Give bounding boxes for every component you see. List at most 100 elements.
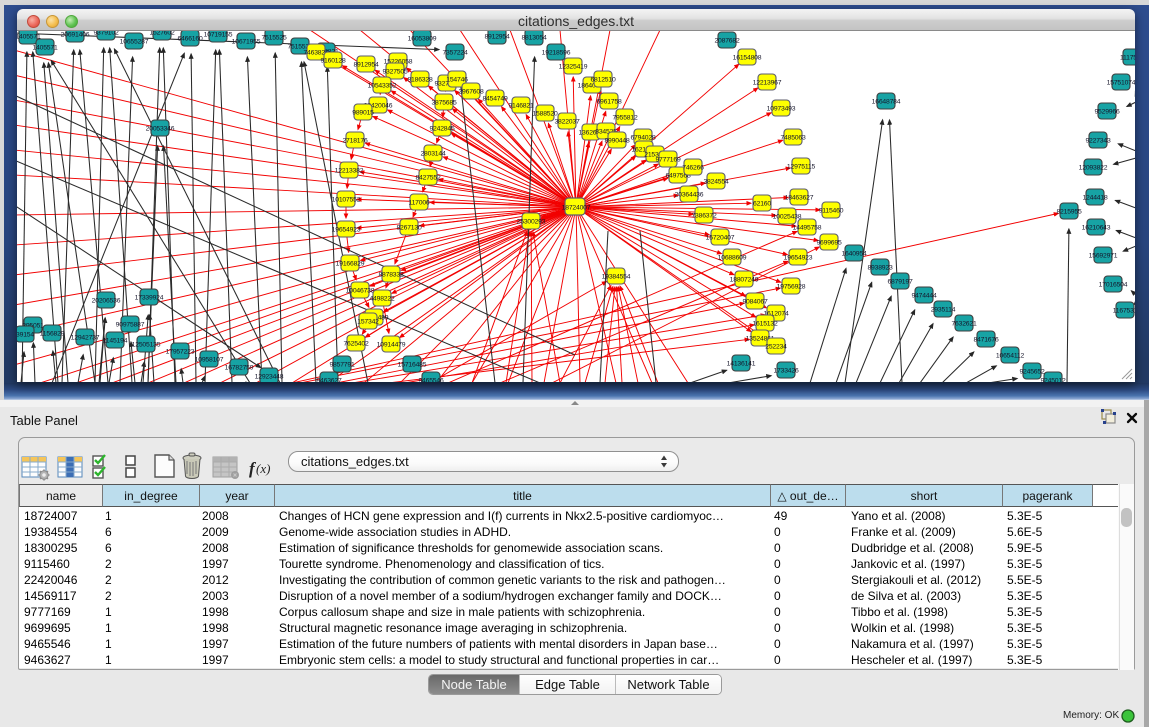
svg-text:10719155: 10719155 — [204, 32, 233, 39]
svg-text:10025438: 10025438 — [773, 214, 802, 221]
svg-text:2718176: 2718176 — [342, 138, 367, 145]
svg-text:9463627: 9463627 — [316, 378, 341, 383]
svg-text:3824554: 3824554 — [703, 179, 728, 186]
svg-text:1640954: 1640954 — [841, 251, 866, 258]
svg-text:9529966: 9529966 — [1094, 109, 1119, 116]
svg-text:2935114: 2935114 — [931, 307, 956, 314]
svg-text:25300293: 25300293 — [517, 219, 546, 226]
svg-text:2087682: 2087682 — [714, 38, 739, 45]
svg-text:9115460: 9115460 — [819, 208, 844, 215]
svg-text:989015: 989015 — [352, 110, 374, 117]
svg-text:15716485: 15716485 — [398, 362, 427, 369]
svg-text:9242845: 9242845 — [429, 126, 454, 133]
svg-text:90975887: 90975887 — [116, 322, 145, 329]
svg-text:1117535: 1117535 — [1120, 55, 1135, 62]
svg-text:6961758: 6961758 — [596, 99, 621, 106]
svg-text:16210643: 16210643 — [1082, 225, 1111, 232]
svg-text:19384554: 19384554 — [602, 274, 631, 281]
svg-text:19166829: 19166829 — [336, 261, 365, 268]
svg-text:14495758: 14495758 — [793, 225, 822, 232]
svg-text:20691406: 20691406 — [61, 32, 90, 39]
svg-text:9474444: 9474444 — [911, 293, 936, 300]
svg-text:1156829: 1156829 — [40, 331, 65, 338]
svg-text:7515525: 7515525 — [261, 35, 286, 42]
svg-text:9857791: 9857791 — [329, 362, 354, 369]
svg-text:20364436: 20364436 — [675, 192, 704, 199]
svg-text:7357224: 7357224 — [442, 50, 467, 57]
svg-text:1733426: 1733426 — [773, 368, 798, 375]
svg-text:7955812: 7955812 — [612, 115, 637, 122]
svg-text:9160128: 9160128 — [320, 58, 345, 65]
svg-text:10543352: 10543352 — [368, 83, 397, 90]
svg-text:12213967: 12213967 — [753, 80, 782, 87]
svg-text:15692971: 15692971 — [1089, 253, 1118, 260]
svg-text:62160: 62160 — [753, 201, 771, 208]
svg-text:10046738: 10046738 — [346, 288, 375, 295]
svg-text:8813054: 8813054 — [521, 35, 546, 42]
svg-text:19756928: 19756928 — [777, 284, 806, 291]
svg-text:4498222: 4498222 — [369, 296, 394, 303]
svg-text:12942737: 12942737 — [71, 335, 100, 342]
svg-text:19654923: 19654923 — [332, 227, 361, 234]
svg-text:3822037: 3822037 — [554, 119, 579, 126]
svg-text:9084067: 9084067 — [742, 299, 767, 306]
svg-text:12975115: 12975115 — [787, 164, 816, 171]
svg-text:15720407: 15720407 — [706, 235, 735, 242]
svg-text:1405571: 1405571 — [32, 45, 57, 52]
svg-text:1145194: 1145194 — [103, 338, 128, 345]
svg-text:9327505: 9327505 — [382, 69, 407, 76]
svg-text:8186328: 8186328 — [407, 77, 432, 84]
svg-text:8454749: 8454749 — [482, 96, 507, 103]
svg-text:252234: 252234 — [765, 344, 787, 351]
svg-text:746266: 746266 — [682, 165, 704, 172]
svg-text:14136141: 14136141 — [727, 361, 756, 368]
svg-text:8427552: 8427552 — [415, 175, 440, 182]
svg-text:10671955: 10671955 — [232, 39, 261, 46]
svg-text:12923448: 12923448 — [255, 374, 284, 381]
svg-text:19654923: 19654923 — [784, 255, 813, 262]
svg-text:16053809: 16053809 — [408, 36, 437, 43]
svg-text:8912954: 8912954 — [353, 62, 378, 69]
svg-text:8990448: 8990448 — [604, 138, 629, 145]
svg-text:154746: 154746 — [446, 77, 468, 84]
svg-text:9227343: 9227343 — [1085, 138, 1110, 145]
svg-text:157342: 157342 — [357, 319, 379, 326]
svg-text:10655287: 10655287 — [120, 39, 149, 46]
svg-text:7386372: 7386372 — [691, 213, 716, 220]
svg-text:12505135: 12505135 — [132, 342, 161, 349]
svg-text:7625402: 7625402 — [343, 341, 368, 348]
svg-text:10107552: 10107552 — [332, 197, 361, 204]
svg-text:9777169: 9777169 — [655, 157, 680, 164]
svg-text:1244418: 1244418 — [1082, 195, 1107, 202]
svg-text:19218596: 19218596 — [542, 50, 571, 57]
svg-text:16154808: 16154808 — [733, 55, 762, 62]
svg-text:16648784: 16648784 — [872, 99, 901, 106]
svg-text:9245652: 9245652 — [1019, 369, 1044, 376]
svg-text:16782759: 16782759 — [225, 365, 254, 372]
svg-text:1527602: 1527602 — [149, 31, 174, 37]
svg-text:7485063: 7485063 — [780, 135, 805, 142]
svg-text:6812510: 6812510 — [590, 77, 615, 84]
svg-text:10973493: 10973493 — [767, 106, 796, 113]
svg-text:8878332: 8878332 — [378, 272, 403, 279]
svg-text:12093822: 12093822 — [1079, 165, 1108, 172]
svg-text:18807249: 18807249 — [730, 277, 759, 284]
svg-text:2803144: 2803144 — [420, 151, 445, 158]
svg-text:20053346: 20053346 — [146, 126, 175, 133]
svg-text:7632621: 7632621 — [951, 321, 976, 328]
svg-text:10688609: 10688609 — [718, 255, 747, 262]
svg-text:8215955: 8215955 — [1056, 209, 1081, 216]
svg-text:20206536: 20206536 — [92, 298, 121, 305]
svg-text:17016504: 17016504 — [1099, 282, 1128, 289]
svg-text:1588520: 1588520 — [532, 111, 557, 118]
svg-text:17957223: 17957223 — [166, 349, 195, 356]
svg-text:39154: 39154 — [17, 332, 34, 339]
svg-text:8471676: 8471676 — [973, 337, 998, 344]
svg-text:9699695: 9699695 — [816, 240, 841, 247]
svg-text:18724007: 18724007 — [562, 205, 591, 212]
svg-text:10958107: 10958107 — [195, 357, 224, 364]
svg-text:12213382: 12213382 — [335, 168, 364, 175]
svg-text:10914479: 10914479 — [377, 342, 406, 349]
svg-text:8912954: 8912954 — [484, 34, 509, 41]
svg-text:1615132: 1615132 — [752, 321, 777, 328]
